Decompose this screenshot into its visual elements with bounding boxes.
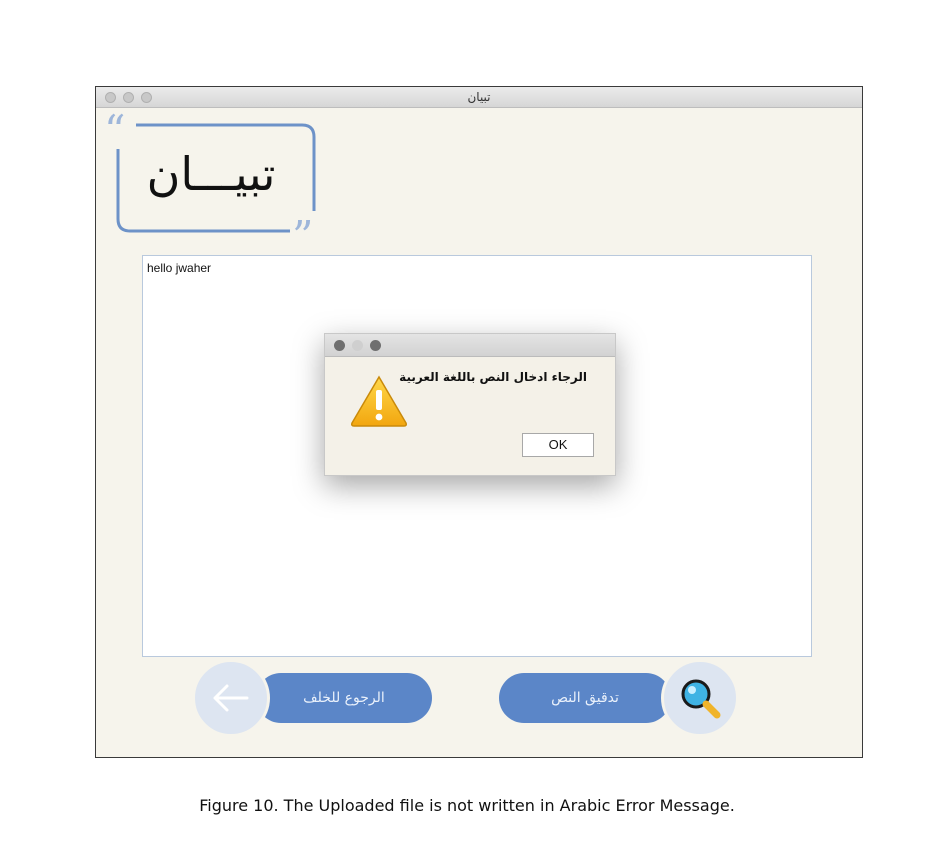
magnifier-icon[interactable] — [661, 659, 739, 737]
app-window: تبيان “ ” تبيـــان hello jwaher الرجاء ا… — [95, 86, 863, 758]
dialog-zoom-button[interactable] — [370, 340, 381, 351]
warning-icon — [349, 374, 409, 428]
ok-button[interactable]: OK — [522, 433, 594, 457]
logo-text: تبيـــان — [146, 147, 276, 201]
check-text-button[interactable]: تدقيق النص — [499, 673, 671, 723]
dialog-message: الرجاء ادخال النص باللغة العربية — [399, 370, 587, 384]
error-dialog: الرجاء ادخال النص باللغة العربية OK — [324, 333, 616, 476]
window-title: تبيان — [467, 90, 491, 104]
back-button[interactable]: الرجوع للخلف — [256, 673, 432, 723]
app-logo: “ ” تبيـــان — [104, 106, 334, 261]
arrow-left-icon[interactable] — [192, 659, 270, 737]
dialog-close-button[interactable] — [334, 340, 345, 351]
svg-text:“: “ — [104, 113, 125, 155]
window-titlebar[interactable]: تبيان — [96, 87, 862, 108]
text-input-content: hello jwaher — [147, 261, 212, 275]
dialog-minimize-button[interactable] — [352, 340, 363, 351]
figure-caption: Figure 10. The Uploaded file is not writ… — [199, 796, 735, 815]
dialog-titlebar[interactable] — [325, 334, 615, 357]
svg-text:”: ” — [292, 212, 313, 243]
